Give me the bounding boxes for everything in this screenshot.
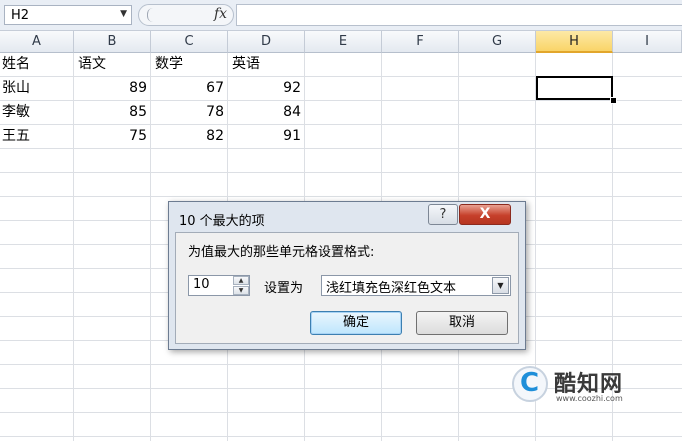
column-headers: A B C D E F G H I [0,31,682,53]
gridline [0,148,682,149]
column-header-f[interactable]: F [382,31,459,53]
cell-c4[interactable]: 82 [151,125,224,148]
help-button[interactable]: ? [428,204,458,225]
column-header-d[interactable]: D [228,31,305,53]
set-as-label: 设置为 [264,281,304,296]
fill-handle[interactable] [610,97,617,104]
insert-function-icon[interactable]: fx [214,6,227,22]
cell-d4[interactable]: 91 [228,125,301,148]
column-header-h[interactable]: H [536,31,613,53]
close-button[interactable]: X [459,204,511,225]
cell-a3[interactable]: 李敏 [2,101,72,124]
help-icon: ? [439,207,447,222]
close-icon: X [479,206,491,222]
cell-b3[interactable]: 85 [74,101,147,124]
active-cell-h2[interactable] [536,76,613,100]
logo-glyph: C [520,368,540,398]
formula-bar: H2 ▼ fx [0,0,682,31]
cell-c2[interactable]: 67 [151,77,224,100]
gridline [0,172,682,173]
cell-d1[interactable]: 英语 [232,53,302,76]
dialog-title: 10 个最大的项 [179,214,265,229]
cell-c1[interactable]: 数学 [155,53,225,76]
spin-down-icon[interactable]: ▼ [233,286,249,295]
top-n-items-dialog: 10 个最大的项 ? X 为值最大的那些单元格设置格式: 10 ▲ ▼ 设置为 … [168,201,526,350]
dialog-prompt: 为值最大的那些单元格设置格式: [188,245,375,260]
formula-input[interactable] [236,4,682,26]
gridline [0,196,682,197]
cell-b4[interactable]: 75 [74,125,147,148]
logo-url: www.coozhi.com [556,394,623,403]
watermark-logo: C 酷知网 www.coozhi.com [512,362,662,412]
count-input[interactable]: 10 [193,277,210,292]
ok-button[interactable]: 确定 [310,311,402,335]
column-header-a[interactable]: A [0,31,74,53]
cell-d2[interactable]: 92 [228,77,301,100]
gridline [0,436,682,437]
name-box-value: H2 [11,8,30,23]
column-header-g[interactable]: G [459,31,536,53]
divider-handle-icon[interactable] [147,8,154,22]
logo-icon: C [512,366,548,402]
cell-c3[interactable]: 78 [151,101,224,124]
column-header-c[interactable]: C [151,31,228,53]
gridline [0,412,682,413]
column-header-i[interactable]: I [613,31,682,53]
cancel-button[interactable]: 取消 [416,311,508,335]
column-header-b[interactable]: B [74,31,151,53]
chevron-down-icon[interactable]: ▼ [120,9,127,19]
dialog-body: 为值最大的那些单元格设置格式: 10 ▲ ▼ 设置为 浅红填充色深红色文本 ▼ … [175,232,519,344]
cell-a1[interactable]: 姓名 [2,53,72,76]
format-select-value: 浅红填充色深红色文本 [326,281,457,296]
name-box[interactable]: H2 ▼ [4,5,132,25]
cell-b1[interactable]: 语文 [78,53,148,76]
count-spinner[interactable]: 10 ▲ ▼ [188,275,250,296]
cell-a4[interactable]: 王五 [2,125,72,148]
column-header-e[interactable]: E [305,31,382,53]
format-select[interactable]: 浅红填充色深红色文本 ▼ [321,275,511,296]
spin-up-icon[interactable]: ▲ [233,276,249,285]
chevron-down-icon[interactable]: ▼ [492,277,509,294]
cell-d3[interactable]: 84 [228,101,301,124]
cell-a2[interactable]: 张山 [2,77,72,100]
cell-b2[interactable]: 89 [74,77,147,100]
